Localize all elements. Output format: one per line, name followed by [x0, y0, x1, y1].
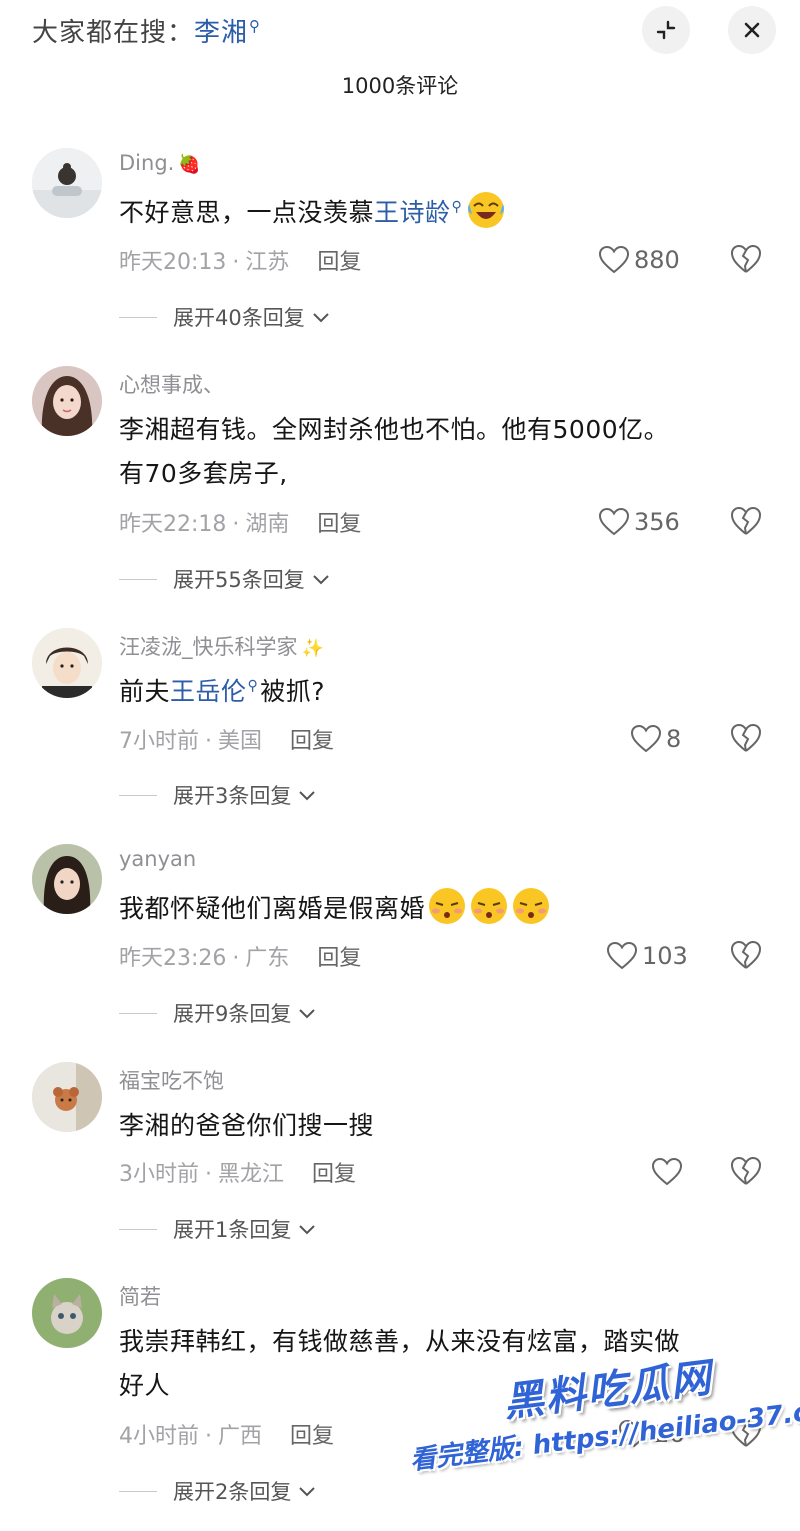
avatar[interactable]	[32, 148, 102, 218]
broken-heart-icon	[730, 1156, 762, 1185]
reply-button[interactable]: 回复	[317, 946, 361, 971]
expand-replies[interactable]: 展开9条回复	[119, 998, 317, 1028]
reply-button[interactable]: 回复	[312, 1162, 356, 1187]
heart-icon	[651, 1157, 683, 1186]
comment-text: 李湘超有钱。全网封杀他也不怕。他有5000亿。 有70多套房子,	[119, 415, 670, 488]
reply-button[interactable]: 回复	[317, 512, 361, 537]
sulking-emoji-icon	[513, 888, 550, 924]
avatar[interactable]	[32, 1062, 102, 1132]
comment-meta: 昨天23:26 · 广东 回复	[119, 946, 362, 971]
search-link[interactable]: 王岳伦	[170, 677, 247, 706]
search-icon: ⚲	[249, 17, 262, 35]
like-button[interactable]: 880	[598, 243, 680, 277]
like-count: 356	[634, 508, 680, 536]
chevron-down-icon	[313, 313, 329, 323]
comment-meta: 7小时前 · 美国 回复	[119, 729, 335, 754]
reply-button[interactable]: 回复	[290, 1424, 334, 1449]
expand-replies[interactable]: 展开3条回复	[119, 780, 317, 810]
search-link[interactable]: 王诗龄	[374, 198, 451, 227]
sparkles-icon: ✨	[301, 638, 324, 659]
comment-text: 前夫王岳伦⚲被抓?	[119, 677, 326, 706]
chevron-down-icon	[299, 1225, 316, 1235]
comment-username[interactable]: Ding. 🍓	[119, 151, 201, 175]
comment-username[interactable]: 汪凌泷_快乐科学家 ✨	[119, 631, 324, 661]
comment-username[interactable]: 福宝吃不饱	[119, 1065, 224, 1095]
search-icon: ⚲	[247, 678, 259, 694]
chevron-down-icon	[299, 1009, 316, 1019]
heart-icon	[606, 941, 638, 970]
sulking-emoji-icon	[471, 888, 508, 924]
heart-icon	[630, 724, 662, 753]
search-prefix: 大家都在搜：	[32, 18, 195, 48]
reply-button[interactable]: 回复	[317, 250, 361, 275]
dislike-button[interactable]	[729, 1155, 763, 1191]
dislike-button[interactable]	[729, 243, 763, 279]
comment-text: 不好意思，一点没羡慕王诗龄⚲	[119, 190, 759, 239]
expand-replies[interactable]: 展开1条回复	[119, 1214, 317, 1244]
reply-button[interactable]: 回复	[290, 729, 334, 754]
comment-username[interactable]: 简若	[119, 1281, 161, 1311]
collapse-button[interactable]	[642, 6, 690, 54]
dislike-button[interactable]	[729, 722, 763, 758]
broken-heart-icon	[730, 506, 762, 535]
strawberry-icon: 🍓	[178, 154, 201, 175]
comment-meta: 3小时前 · 黑龙江 回复	[119, 1162, 357, 1187]
sulking-emoji-icon	[429, 888, 466, 924]
search-term-link[interactable]: 李湘	[194, 18, 248, 48]
heart-icon	[598, 507, 630, 536]
dislike-button[interactable]	[729, 505, 763, 541]
like-button[interactable]: 356	[598, 505, 680, 539]
expand-replies[interactable]: 展开2条回复	[119, 1476, 317, 1506]
comment-meta: 昨天20:13 · 江苏 回复	[119, 250, 362, 275]
comment-meta: 昨天22:18 · 湖南 回复	[119, 512, 362, 537]
avatar[interactable]	[32, 1278, 102, 1348]
like-button[interactable]: 8	[630, 722, 681, 756]
chevron-down-icon	[299, 1487, 316, 1497]
comment-count: 1000条评论	[341, 74, 459, 98]
avatar[interactable]	[32, 628, 102, 698]
dislike-button[interactable]	[729, 939, 763, 975]
comment-text: 李湘的爸爸你们搜一搜	[119, 1111, 375, 1140]
laughing-emoji-icon	[468, 192, 505, 228]
avatar[interactable]	[32, 844, 102, 914]
broken-heart-icon	[730, 940, 762, 969]
like-count: 8	[666, 725, 682, 753]
avatar[interactable]	[32, 366, 102, 436]
expand-replies[interactable]: 展开55条回复	[119, 564, 331, 594]
expand-replies[interactable]: 展开40条回复	[119, 302, 331, 332]
like-count: 880	[634, 246, 680, 274]
collapse-icon	[656, 20, 676, 40]
like-button[interactable]	[651, 1155, 687, 1189]
heart-icon	[598, 245, 630, 274]
broken-heart-icon	[730, 244, 762, 273]
comment-username[interactable]: yanyan	[119, 847, 196, 871]
close-button[interactable]	[728, 6, 776, 54]
top-bar: 大家都在搜：李湘⚲	[0, 0, 800, 60]
chevron-down-icon	[313, 575, 329, 585]
close-icon	[744, 22, 760, 38]
broken-heart-icon	[730, 723, 762, 752]
trending-search-prompt[interactable]: 大家都在搜：李湘⚲	[32, 12, 261, 49]
like-count: 103	[642, 942, 688, 970]
search-icon: ⚲	[451, 199, 463, 215]
comment-text: 我都怀疑他们离婚是假离婚	[119, 886, 759, 931]
comment-meta: 4小时前 · 广西 回复	[119, 1424, 335, 1449]
chevron-down-icon	[299, 791, 316, 801]
comment-username[interactable]: 心想事成、	[119, 369, 224, 399]
like-button[interactable]: 103	[606, 939, 688, 973]
